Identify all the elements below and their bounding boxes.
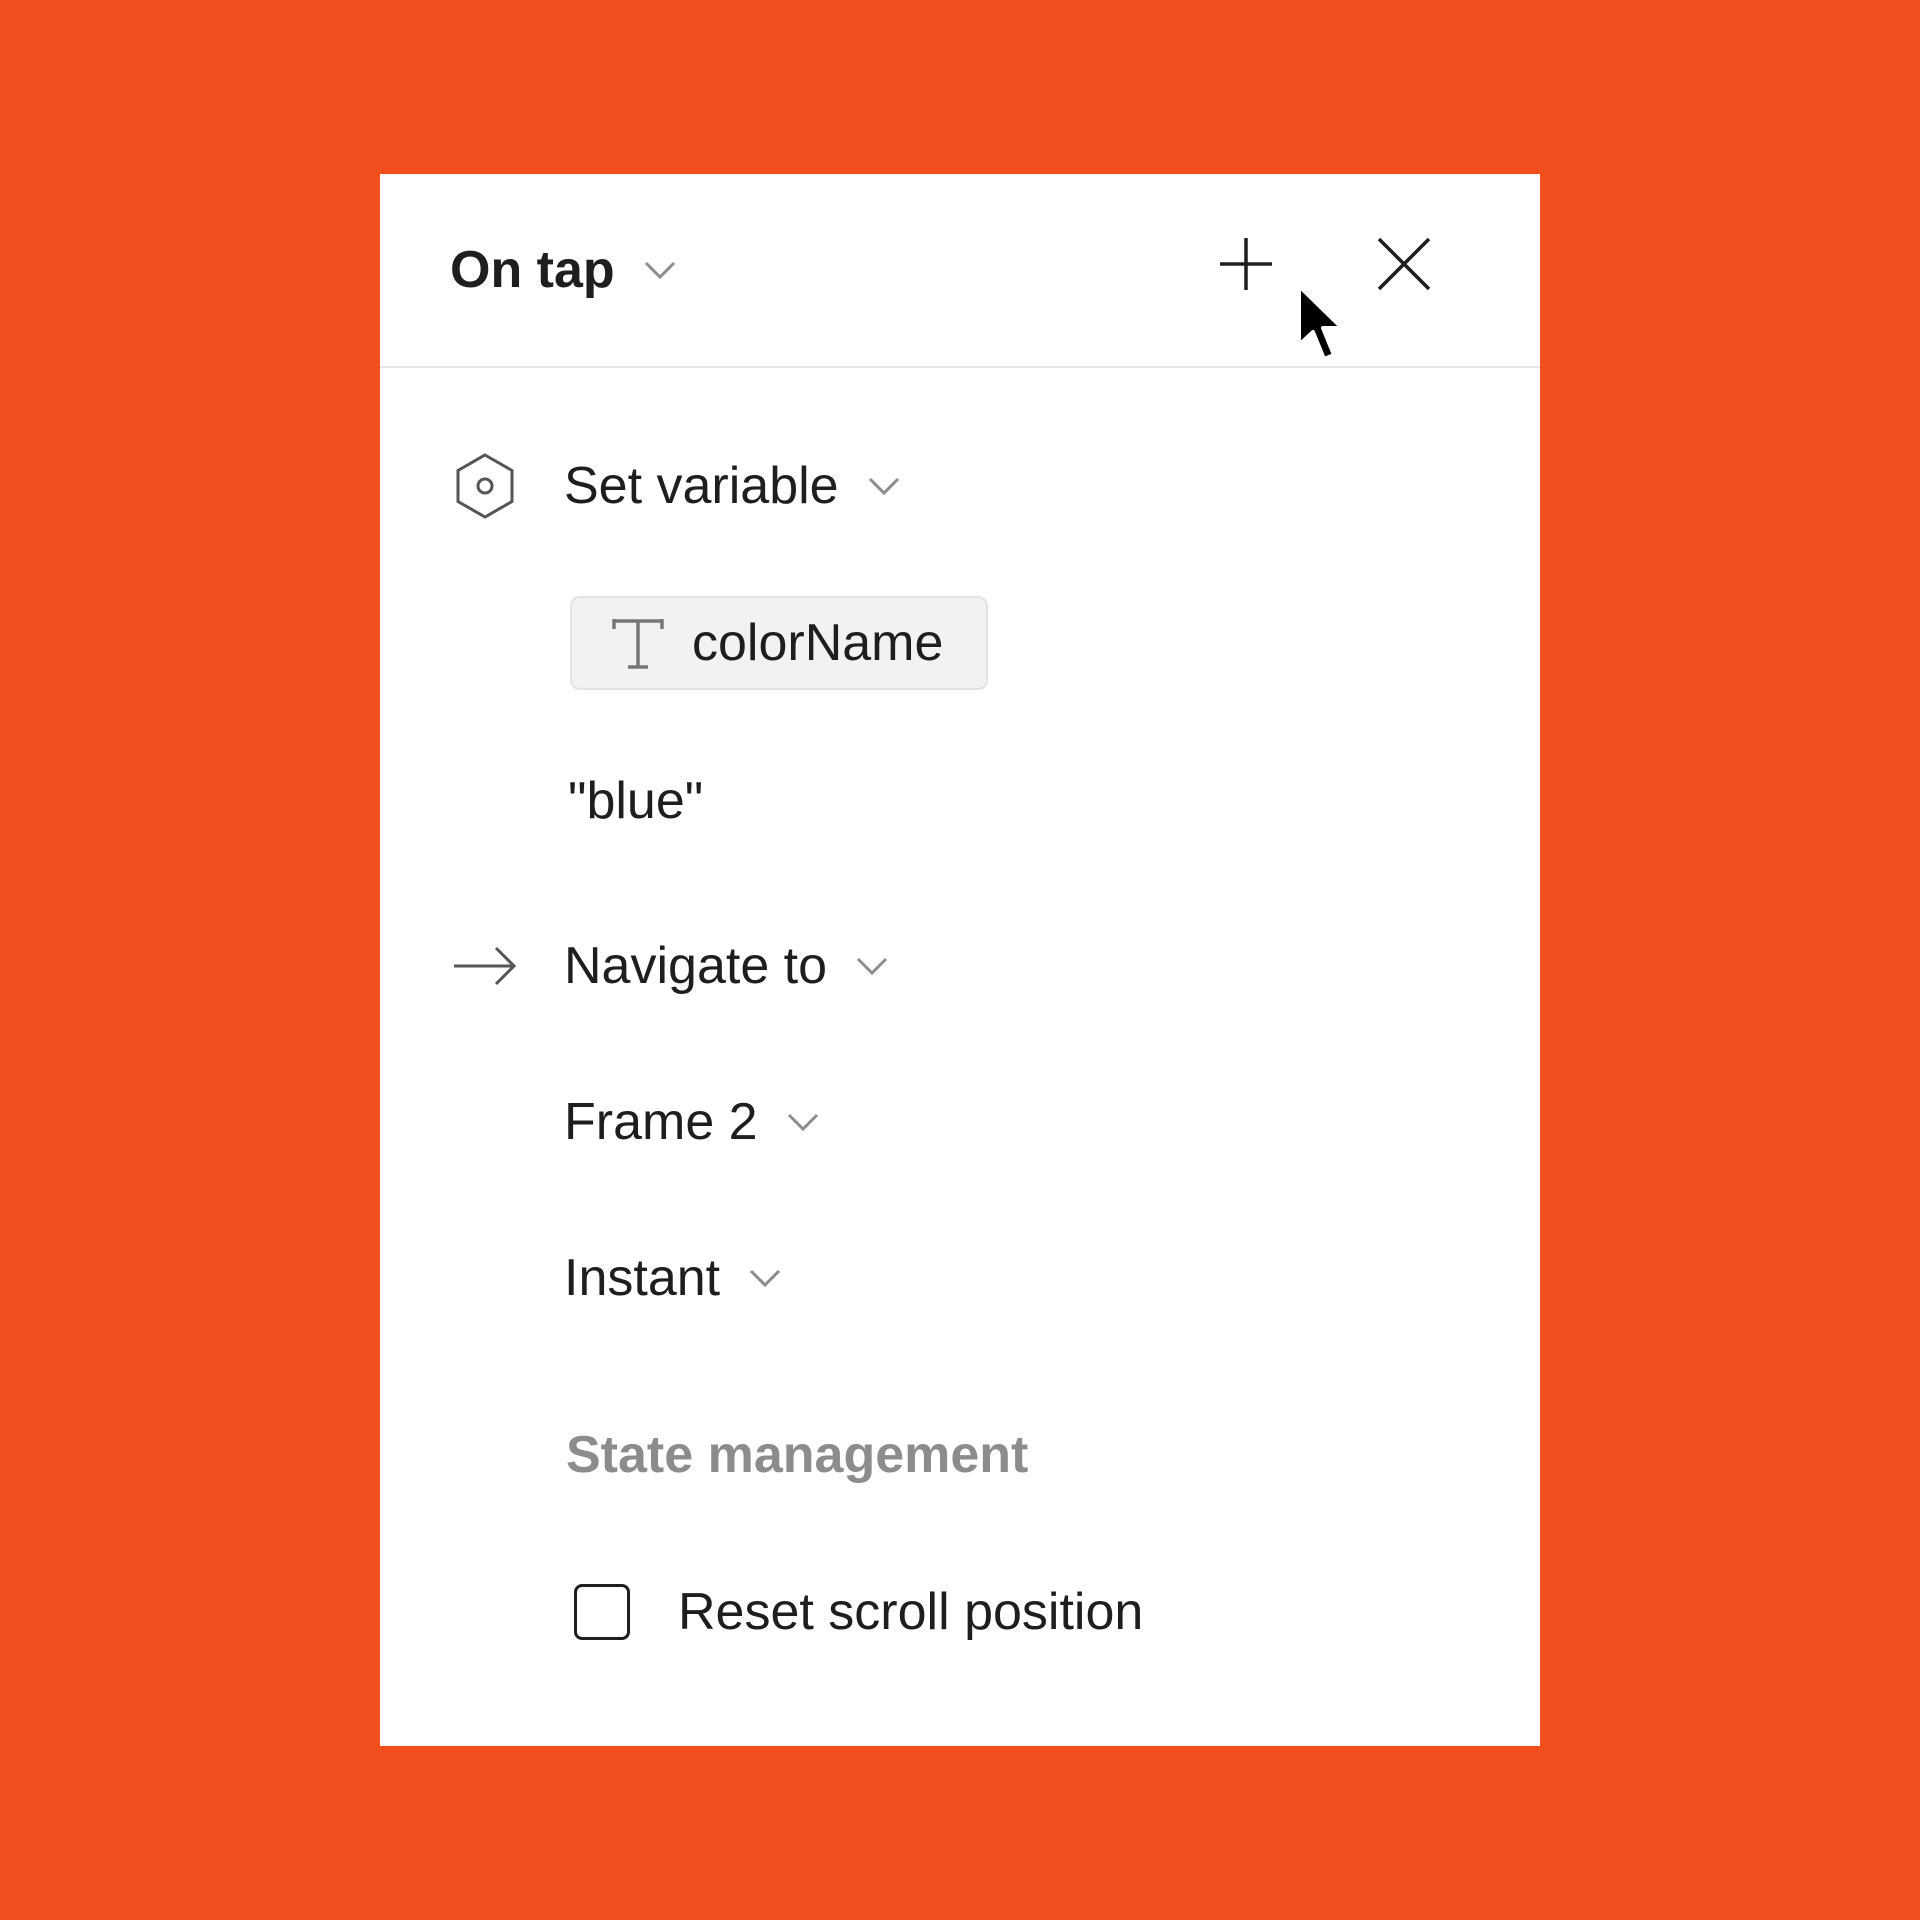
- reset-scroll-checkbox[interactable]: [574, 1584, 630, 1640]
- chevron-down-icon: [786, 1112, 820, 1132]
- add-action-button[interactable]: [1206, 226, 1286, 306]
- text-type-icon: [610, 615, 666, 671]
- action-label: Set variable: [564, 457, 839, 515]
- action-label: Navigate to: [564, 937, 828, 995]
- variable-value-field[interactable]: "blue": [568, 770, 703, 832]
- chevron-down-icon: [748, 1268, 782, 1288]
- transition-dropdown[interactable]: Instant: [564, 1242, 782, 1314]
- chevron-down-icon: [855, 956, 889, 976]
- panel-header: On tap: [380, 174, 1540, 368]
- variable-name: colorName: [692, 614, 944, 672]
- arrow-right-icon: [450, 931, 520, 1001]
- reset-scroll-label: Reset scroll position: [678, 1583, 1144, 1641]
- variable-chip[interactable]: colorName: [570, 596, 988, 690]
- trigger-dropdown[interactable]: On tap: [450, 234, 677, 306]
- state-management-heading: State management: [566, 1426, 1029, 1484]
- transition-label: Instant: [564, 1249, 721, 1307]
- chevron-down-icon: [643, 260, 677, 280]
- plus-icon: [1216, 234, 1276, 299]
- destination-dropdown[interactable]: Frame 2: [564, 1086, 820, 1158]
- reset-scroll-option[interactable]: Reset scroll position: [574, 1582, 1143, 1642]
- close-icon: [1374, 234, 1434, 299]
- close-button[interactable]: [1364, 226, 1444, 306]
- set-variable-dropdown[interactable]: Set variable: [564, 450, 901, 522]
- variable-hexagon-icon: [450, 451, 520, 521]
- trigger-label: On tap: [450, 241, 615, 299]
- chevron-down-icon: [867, 476, 901, 496]
- interaction-panel: On tap Set variable colorName "blue" Nav…: [380, 174, 1540, 1746]
- navigate-to-dropdown[interactable]: Navigate to: [564, 930, 889, 1002]
- destination-label: Frame 2: [564, 1093, 758, 1151]
